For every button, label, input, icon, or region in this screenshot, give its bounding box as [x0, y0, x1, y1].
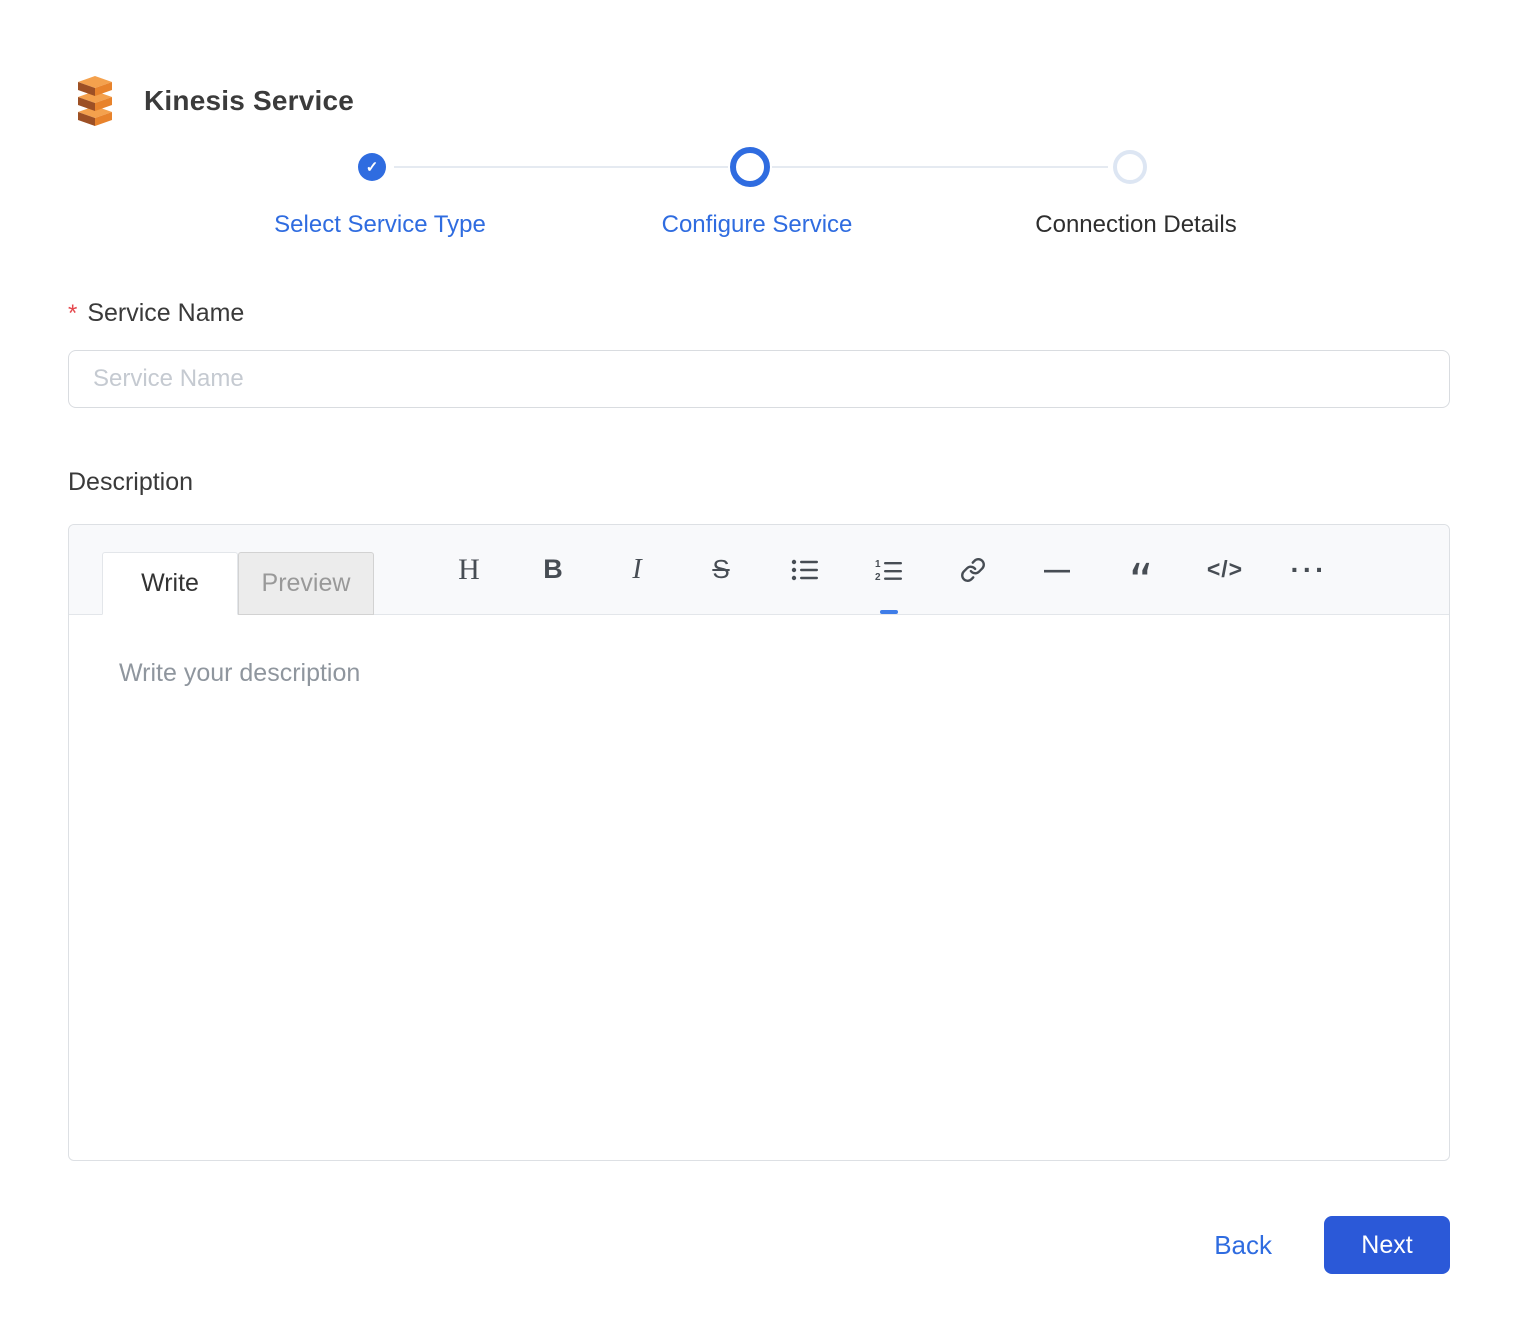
- description-label: Description: [68, 468, 1450, 497]
- app-header: Kinesis Service: [68, 72, 1450, 130]
- write-tab[interactable]: Write: [102, 552, 238, 615]
- step-circle-select-service-type[interactable]: ✓: [358, 153, 386, 181]
- description-label-text: Description: [68, 468, 193, 497]
- quote-icon[interactable]: “: [1119, 560, 1163, 604]
- service-name-input[interactable]: [68, 350, 1450, 408]
- step-circle-connection-details: [1113, 150, 1147, 184]
- heading-icon[interactable]: H: [447, 548, 491, 592]
- back-button[interactable]: Back: [1214, 1230, 1272, 1261]
- step-label-connection-details: Connection Details: [1035, 211, 1236, 239]
- editor-toolbar-bar: Write Preview H B I S: [69, 525, 1449, 615]
- step-label-configure-service[interactable]: Configure Service: [662, 211, 853, 239]
- editor-toolbar: H B I S 1 2: [447, 525, 1331, 614]
- link-icon[interactable]: [951, 548, 995, 592]
- description-editor: Write Preview H B I S: [68, 524, 1450, 1161]
- code-icon[interactable]: </>: [1203, 548, 1247, 592]
- bold-icon[interactable]: B: [531, 548, 575, 592]
- italic-icon[interactable]: I: [615, 548, 659, 592]
- preview-tab[interactable]: Preview: [238, 552, 374, 615]
- stepper-connector: [772, 166, 1108, 168]
- step-label-select-service-type[interactable]: Select Service Type: [274, 211, 486, 239]
- page-title: Kinesis Service: [144, 85, 354, 117]
- editor-tabs: Write Preview: [102, 552, 374, 615]
- editor-body: [69, 615, 1449, 1160]
- next-button[interactable]: Next: [1324, 1216, 1450, 1274]
- stepper: ✓ Select Service Type Configure Service …: [0, 145, 1518, 257]
- required-asterisk: *: [68, 300, 77, 328]
- footer-actions: Back Next: [68, 1216, 1450, 1274]
- stepper-connector: [394, 166, 728, 168]
- service-name-label: * Service Name: [68, 299, 1450, 328]
- svg-text:2: 2: [875, 572, 881, 582]
- ordered-list-active-indicator: [880, 610, 898, 614]
- service-name-label-text: Service Name: [87, 299, 244, 328]
- configure-service-page: Kinesis Service ✓ Select Service Type Co…: [0, 0, 1518, 1338]
- strikethrough-icon[interactable]: S: [699, 548, 743, 592]
- unordered-list-icon[interactable]: [783, 548, 827, 592]
- step-circle-configure-service[interactable]: [730, 147, 770, 187]
- check-icon: ✓: [366, 158, 379, 176]
- more-icon[interactable]: ···: [1287, 548, 1331, 592]
- description-textarea[interactable]: [69, 615, 1449, 1160]
- kinesis-icon: [68, 73, 120, 129]
- svg-text:1: 1: [875, 559, 881, 570]
- horizontal-rule-icon[interactable]: —: [1035, 548, 1079, 592]
- ordered-list-icon[interactable]: 1 2: [867, 548, 911, 592]
